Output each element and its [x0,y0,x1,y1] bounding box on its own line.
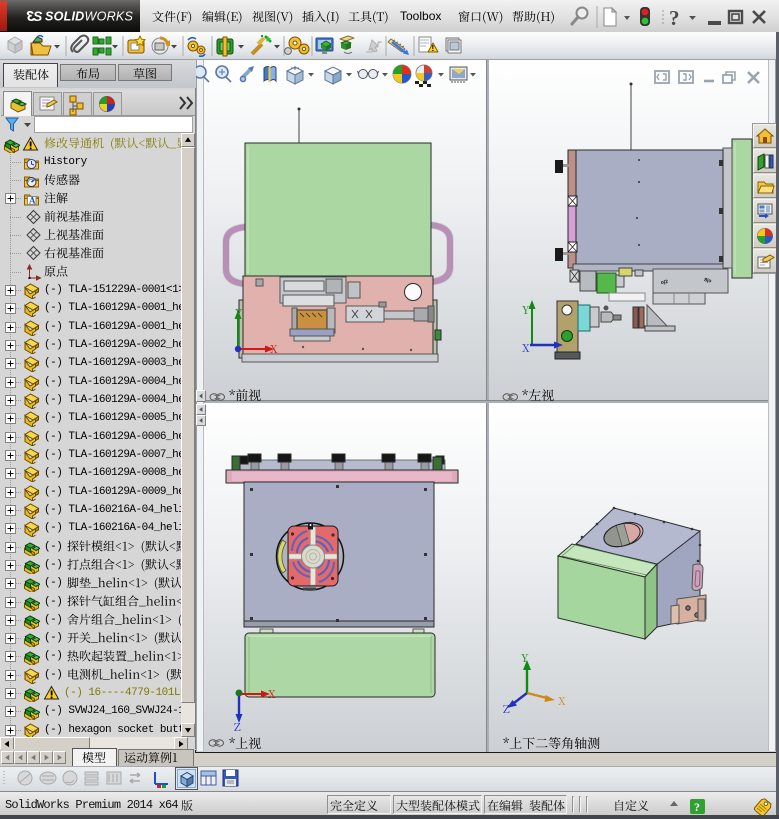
svg-text:S: S [33,8,43,24]
svg-text:?: ? [694,800,700,814]
svg-text:o|2: o|2 [660,279,668,286]
svg-text:SOLIDWORKS: SOLIDWORKS [45,10,133,24]
svg-text:?: ? [669,6,680,30]
svg-text:!: ! [432,44,435,53]
svg-text:A: A [29,196,36,206]
